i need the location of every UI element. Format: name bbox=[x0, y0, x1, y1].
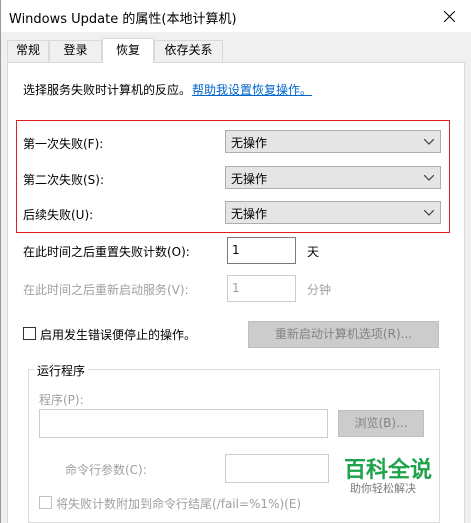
reset-count-unit: 天 bbox=[307, 245, 320, 259]
intro-text: 选择服务失败时计算机的反应。 bbox=[23, 83, 192, 97]
chevron-down-icon bbox=[424, 210, 434, 216]
restart-service-unit: 分钟 bbox=[307, 283, 332, 297]
browse-button-label: 浏览(B)... bbox=[354, 416, 408, 430]
cmd-params-label: 命令行参数(C): bbox=[65, 463, 147, 477]
first-failure-label: 第一次失败(F): bbox=[23, 137, 104, 151]
subsequent-failures-label: 后续失败(U): bbox=[23, 208, 94, 222]
watermark-subtitle: 助你轻松解决 bbox=[350, 482, 416, 495]
restart-service-label: 在此时间之后重新启动服务(V): bbox=[23, 283, 189, 297]
subsequent-failures-value: 无操作 bbox=[231, 207, 268, 221]
tab-logon[interactable]: 登录 bbox=[49, 40, 102, 61]
cmd-params-input[interactable] bbox=[225, 454, 329, 483]
tab-general[interactable]: 常规 bbox=[7, 40, 49, 61]
help-link[interactable]: 帮助我设置恢复操作。 bbox=[192, 81, 312, 98]
second-failure-value: 无操作 bbox=[231, 172, 268, 186]
tab-label: 登录 bbox=[63, 43, 88, 57]
tab-label: 依存关系 bbox=[164, 43, 213, 57]
tab-dependencies[interactable]: 依存关系 bbox=[154, 40, 223, 61]
restart-service-input[interactable]: 1 bbox=[227, 275, 296, 302]
program-input[interactable] bbox=[39, 409, 328, 438]
title-bar: Windows Update 的属性(本地计算机) bbox=[1, 0, 471, 32]
append-fail-count-checkbox[interactable] bbox=[39, 496, 52, 509]
properties-dialog: Windows Update 的属性(本地计算机) 常规 登录 恢复 依存关系 … bbox=[0, 0, 471, 523]
tab-label: 恢复 bbox=[115, 43, 140, 57]
enable-error-stop-label: 启用发生错误便停止的操作。 bbox=[40, 328, 197, 342]
window-title: Windows Update 的属性(本地计算机) bbox=[9, 12, 237, 27]
restart-computer-options-label: 重新启动计算机选项(R)... bbox=[274, 327, 413, 341]
append-fail-count-label: 将失败计数附加到命令行结尾(/fail=%1%)(E) bbox=[56, 497, 302, 511]
close-button[interactable] bbox=[427, 0, 471, 32]
second-failure-select[interactable]: 无操作 bbox=[225, 166, 441, 189]
restart-service-value: 1 bbox=[232, 281, 240, 295]
program-label: 程序(P): bbox=[39, 393, 84, 407]
chevron-down-icon bbox=[424, 175, 434, 181]
enable-error-stop-checkbox[interactable] bbox=[23, 327, 36, 340]
reset-count-value: 1 bbox=[232, 243, 240, 257]
tab-label: 常规 bbox=[15, 43, 40, 57]
first-failure-value: 无操作 bbox=[231, 136, 268, 150]
tab-recovery[interactable]: 恢复 bbox=[102, 38, 154, 63]
reset-count-input[interactable]: 1 bbox=[227, 237, 296, 264]
second-failure-label: 第二次失败(S): bbox=[23, 173, 105, 187]
first-failure-select[interactable]: 无操作 bbox=[225, 130, 441, 153]
subsequent-failures-select[interactable]: 无操作 bbox=[225, 201, 441, 224]
run-program-group-title: 运行程序 bbox=[34, 362, 89, 379]
reset-count-label: 在此时间之后重置失败计数(O): bbox=[23, 245, 190, 259]
restart-computer-options-button[interactable]: 重新启动计算机选项(R)... bbox=[248, 321, 439, 348]
chevron-down-icon bbox=[424, 139, 434, 145]
close-icon bbox=[444, 11, 455, 22]
browse-button[interactable]: 浏览(B)... bbox=[338, 410, 424, 437]
